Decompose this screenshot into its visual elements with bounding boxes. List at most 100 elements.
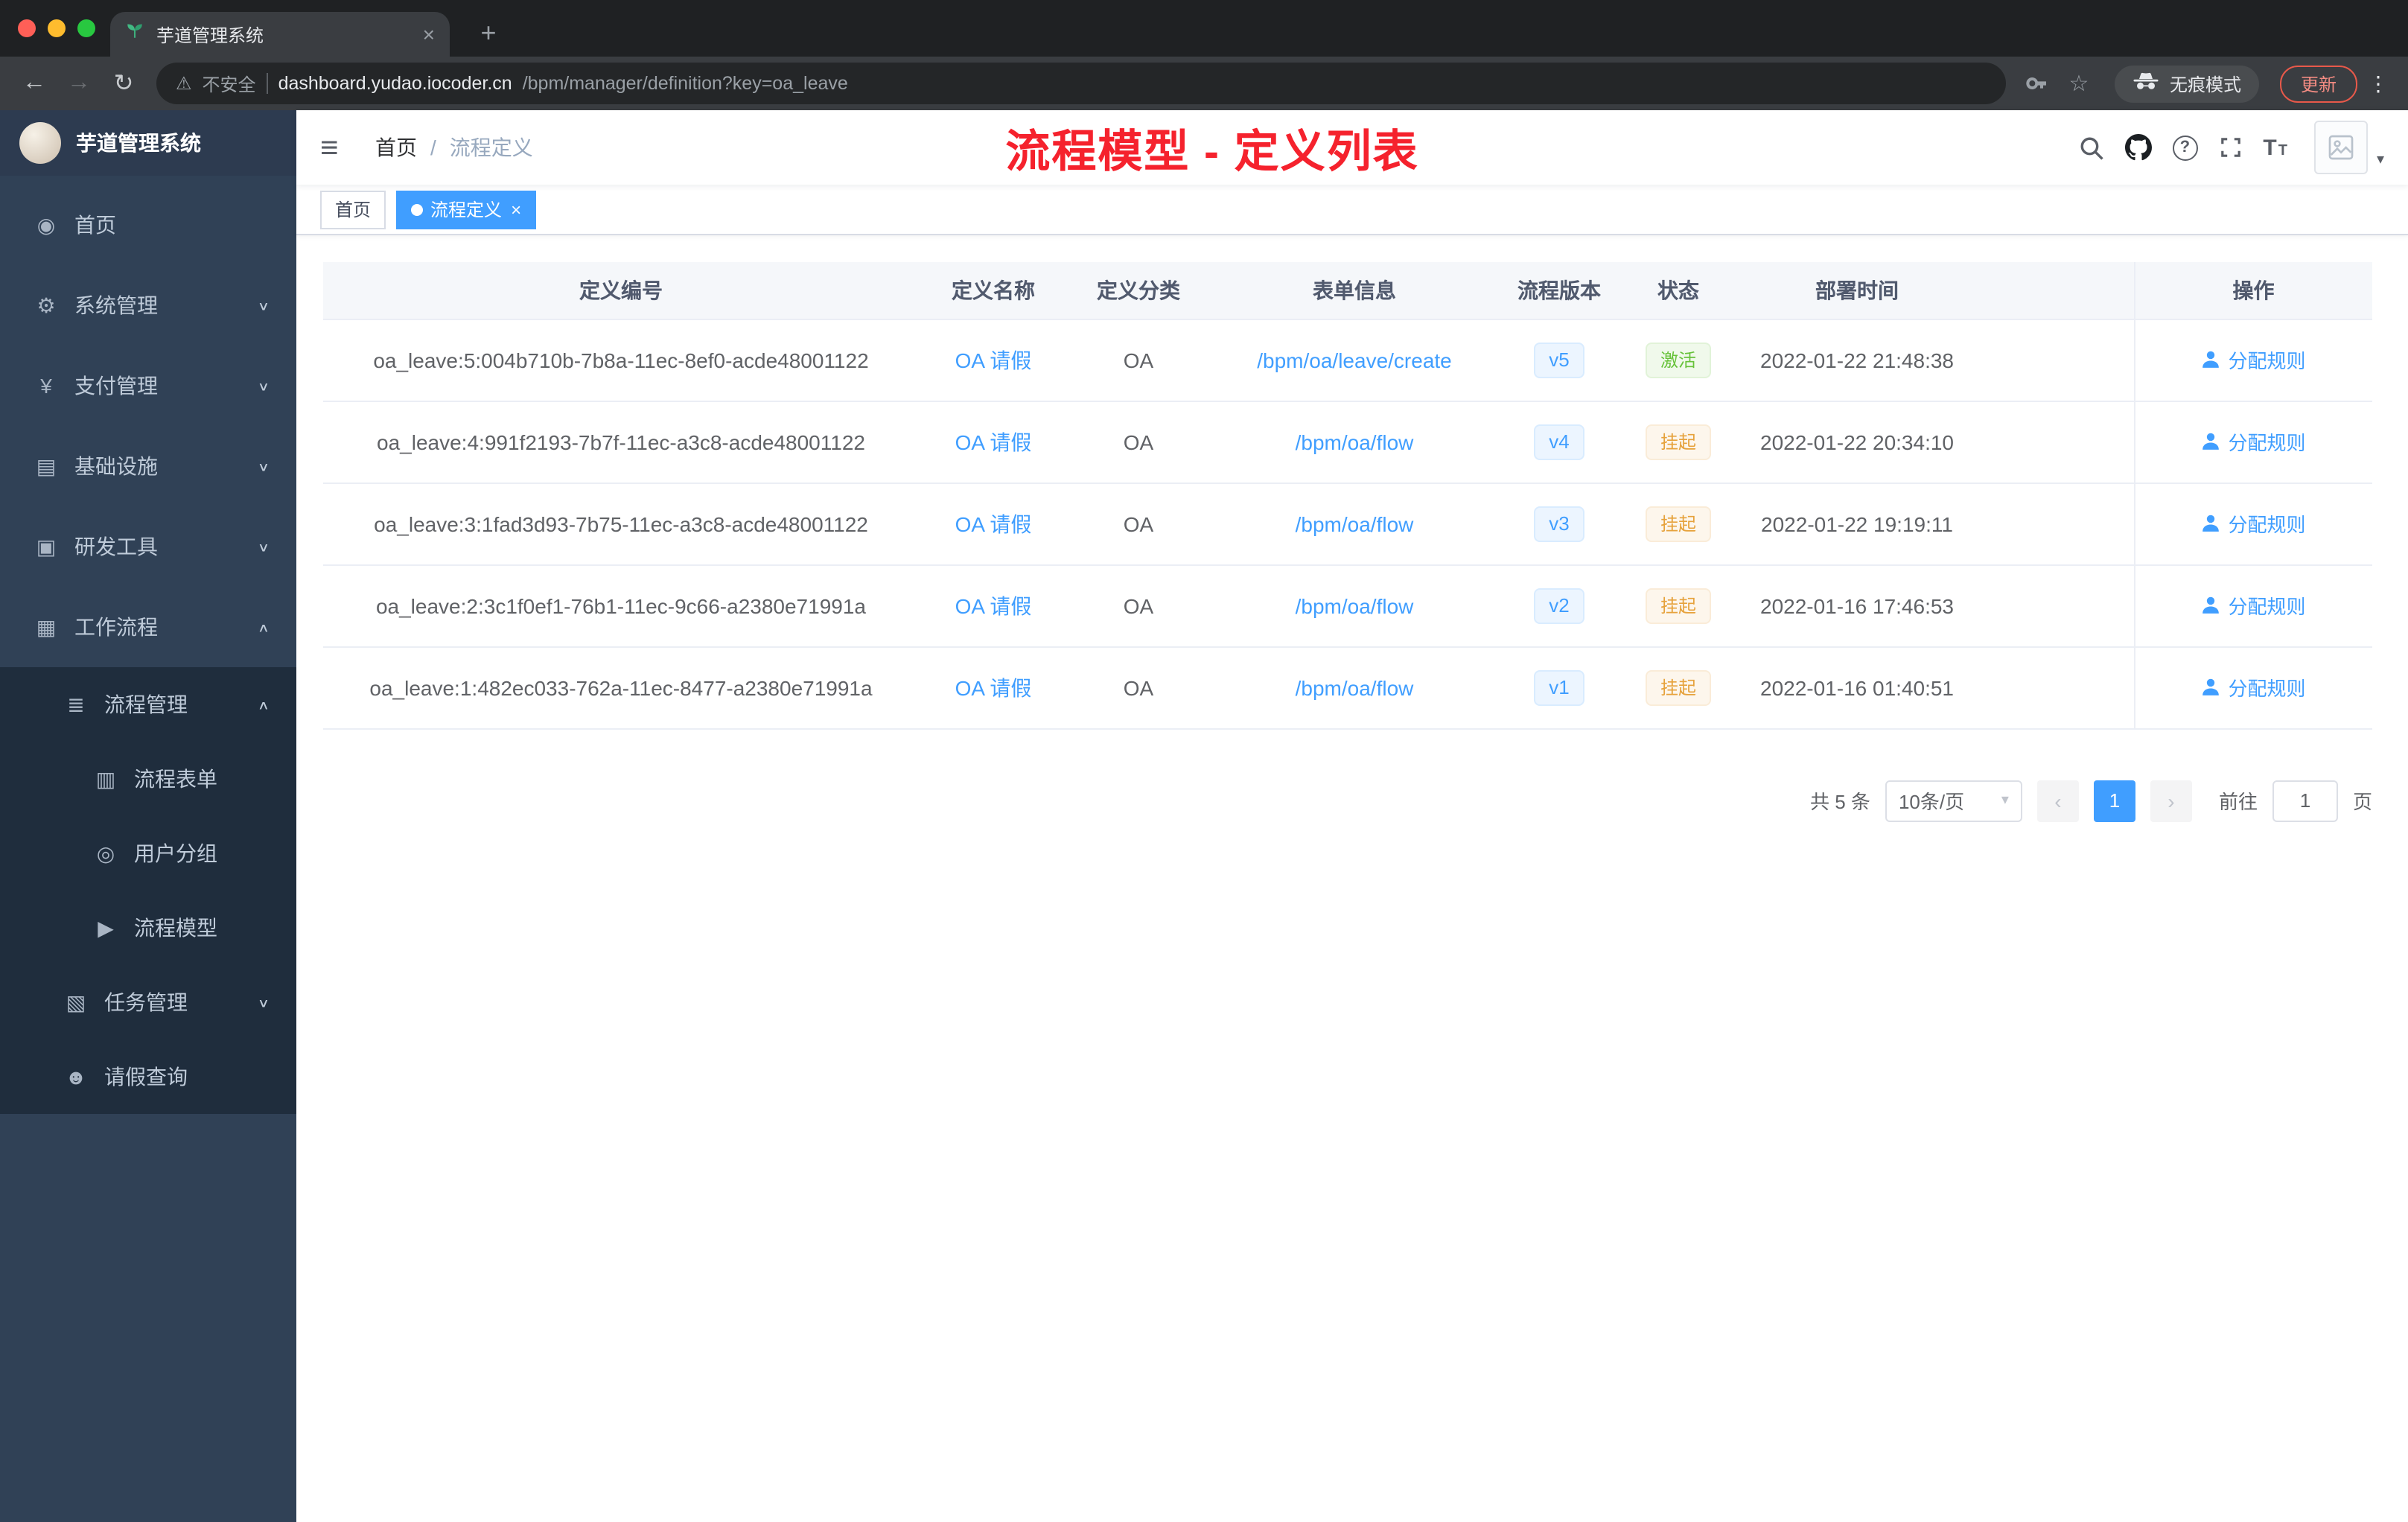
site-favicon-icon <box>125 21 144 48</box>
definition-category: OA <box>1068 564 1209 647</box>
reload-button[interactable]: ↻ <box>104 64 143 103</box>
definition-category: OA <box>1068 483 1209 565</box>
form-link[interactable]: /bpm/oa/flow <box>1296 512 1414 535</box>
close-icon[interactable]: × <box>511 199 521 220</box>
browser-tab[interactable]: 芋道管理系统 × <box>110 12 450 57</box>
deploy-time: 2022-01-22 20:34:10 <box>1738 401 1976 483</box>
url-host: dashboard.yudao.iocoder.cn <box>278 73 512 94</box>
chevron-down-icon: ∨ <box>257 379 270 393</box>
column-header: 状态 <box>1619 262 1738 319</box>
help-icon[interactable]: ? <box>2172 135 2198 160</box>
sidebar-item-process-form[interactable]: ▥ 流程表单 <box>0 742 296 816</box>
window-controls <box>18 19 95 37</box>
window-zoom-button[interactable] <box>77 19 95 37</box>
definition-name-link[interactable]: OA 请假 <box>955 593 1032 617</box>
size-big-glyph: T <box>2263 135 2277 160</box>
definition-name-link[interactable]: OA 请假 <box>955 430 1032 453</box>
goto-page-input[interactable] <box>2272 780 2338 821</box>
menu-kebab-icon[interactable]: ⋮ <box>2363 71 2393 96</box>
sidebar-item-process-mgmt[interactable]: ≣ 流程管理 ∧ <box>0 667 296 742</box>
incognito-badge: 无痕模式 <box>2114 65 2259 102</box>
sidebar-item-task-mgmt[interactable]: ▧ 任务管理 ∨ <box>0 965 296 1039</box>
back-button[interactable]: ← <box>15 64 54 103</box>
tag-process-definition[interactable]: 流程定义 × <box>396 190 537 229</box>
forward-button[interactable]: → <box>60 64 98 103</box>
definition-name-link[interactable]: OA 请假 <box>955 675 1032 699</box>
table-row: oa_leave:1:482ec033-762a-11ec-8477-a2380… <box>323 646 2372 729</box>
hamburger-icon[interactable]: ≡ <box>320 132 356 163</box>
font-size-icon[interactable]: TT <box>2263 136 2287 159</box>
table-row: oa_leave:2:3c1f0ef1-76b1-11ec-9c66-a2380… <box>323 564 2372 647</box>
page-number-button[interactable]: 1 <box>2093 780 2135 821</box>
tab-close-icon[interactable]: × <box>423 22 435 46</box>
assign-rule-link[interactable]: 分配规则 <box>2201 346 2306 374</box>
person-icon: ☻ <box>65 1065 87 1089</box>
sidebar-item-leave-query[interactable]: ☻ 请假查询 <box>0 1039 296 1114</box>
sidebar-item-devtools[interactable]: ▣ 研发工具 ∨ <box>0 506 296 587</box>
definition-name-link[interactable]: OA 请假 <box>955 512 1032 535</box>
search-icon[interactable] <box>2078 135 2103 160</box>
sidebar-item-process-model[interactable]: ▶ 流程模型 <box>0 891 296 965</box>
page-size-select[interactable]: 10条/页 ▾ <box>1885 780 2022 821</box>
form-icon: ▥ <box>95 766 116 790</box>
assign-rule-link[interactable]: 分配规则 <box>2201 427 2306 456</box>
sidebar-item-infrastructure[interactable]: ▤ 基础设施 ∨ <box>0 426 296 506</box>
status-badge: 挂起 <box>1645 588 1711 623</box>
person-icon <box>2202 678 2220 695</box>
tag-home[interactable]: 首页 <box>320 190 386 229</box>
prev-page-button[interactable]: ‹ <box>2036 780 2079 821</box>
definition-category: OA <box>1068 646 1209 729</box>
page-size-value: 10条/页 <box>1898 791 1965 813</box>
version-badge: v5 <box>1534 342 1584 378</box>
chevron-down-icon: ∨ <box>257 459 270 474</box>
user-avatar[interactable]: ▾ <box>2313 121 2384 174</box>
row-spacer <box>1976 401 2134 483</box>
assign-rule-link[interactable]: 分配规则 <box>2201 591 2306 620</box>
users-icon: ◎ <box>96 841 115 865</box>
version-badge: v1 <box>1534 669 1584 705</box>
form-link[interactable]: /bpm/oa/flow <box>1296 430 1414 453</box>
new-tab-button[interactable]: + <box>471 18 506 49</box>
sidebar-item-workflow[interactable]: ▦ 工作流程 ∧ <box>0 587 296 667</box>
bookmark-star-icon[interactable]: ☆ <box>2061 70 2097 97</box>
table-row: oa_leave:4:991f2193-7b7f-11ec-a3c8-acde4… <box>323 401 2372 483</box>
sidebar-item-label: 首页 <box>74 213 116 237</box>
browser-toolbar: ← → ↻ ⚠ 不安全 dashboard.yudao.iocoder.cn/b… <box>0 57 2408 110</box>
workflow-submenu: ≣ 流程管理 ∧ ▥ 流程表单 ◎ 用户分组 ▶ 流程模型 ▧ 任务管理 ∨ ☻… <box>0 667 296 1114</box>
sidebar-item-user-group[interactable]: ◎ 用户分组 <box>0 816 296 891</box>
form-link[interactable]: /bpm/oa/flow <box>1296 593 1414 617</box>
assign-rule-link[interactable]: 分配规则 <box>2201 509 2306 538</box>
github-icon[interactable] <box>2124 134 2152 161</box>
person-icon <box>2202 351 2220 368</box>
address-bar[interactable]: ⚠ 不安全 dashboard.yudao.iocoder.cn/bpm/man… <box>156 63 2006 104</box>
definition-name-link[interactable]: OA 请假 <box>955 348 1032 372</box>
column-spacer <box>1976 262 2134 319</box>
sidebar-item-home[interactable]: ◉ 首页 <box>0 185 296 265</box>
definition-id: oa_leave:4:991f2193-7b7f-11ec-a3c8-acde4… <box>323 401 919 483</box>
form-link[interactable]: /bpm/oa/leave/create <box>1257 348 1452 372</box>
assign-rule-link[interactable]: 分配规则 <box>2201 673 2306 701</box>
password-key-icon[interactable] <box>2019 71 2055 95</box>
person-icon <box>2202 515 2220 532</box>
tools-icon: ▣ <box>36 534 57 558</box>
column-header: 部署时间 <box>1738 262 1976 319</box>
form-link[interactable]: /bpm/oa/flow <box>1296 675 1414 699</box>
update-chip[interactable]: 更新 <box>2279 65 2357 102</box>
window-minimize-button[interactable] <box>48 19 66 37</box>
fullscreen-icon[interactable] <box>2218 136 2242 159</box>
window-close-button[interactable] <box>18 19 36 37</box>
goto-unit-label: 页 <box>2352 791 2372 813</box>
task-icon: ▧ <box>66 990 86 1013</box>
breadcrumb-home[interactable]: 首页 <box>375 133 417 162</box>
person-icon <box>2202 433 2220 450</box>
send-icon: ▶ <box>98 915 114 939</box>
url-path: /bpm/manager/definition?key=oa_leave <box>522 73 848 94</box>
person-icon <box>2202 596 2220 614</box>
status-badge: 挂起 <box>1645 669 1711 705</box>
column-header: 定义名称 <box>919 262 1068 319</box>
next-page-button[interactable]: › <box>2150 780 2192 821</box>
sidebar-item-payment[interactable]: ¥ 支付管理 ∨ <box>0 346 296 426</box>
sidebar-item-system[interactable]: ⚙ 系统管理 ∨ <box>0 265 296 346</box>
sidebar-item-label: 支付管理 <box>74 374 158 398</box>
browser-window: 芋道管理系统 × + ← → ↻ ⚠ 不安全 dashboard.yudao.i… <box>0 0 2408 1522</box>
